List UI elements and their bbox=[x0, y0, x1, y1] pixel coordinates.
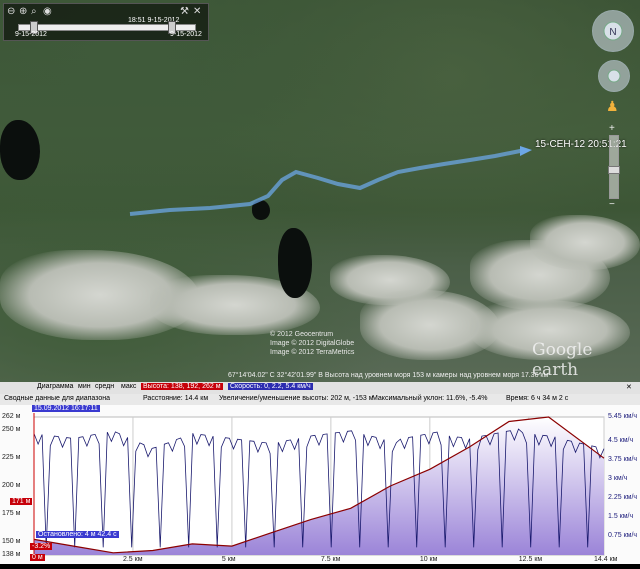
street-view-pegman-icon[interactable]: ♟ bbox=[606, 98, 619, 115]
slider-range-end: 9-15-2012 bbox=[170, 31, 202, 38]
y-tick-label-speed: 5.45 км/ч bbox=[608, 413, 638, 420]
x-tick-label: 2.5 км bbox=[122, 556, 143, 563]
y-tick-label-speed: 1.5 км/ч bbox=[608, 513, 634, 521]
y-tick-label-altitude: 175 м bbox=[2, 509, 21, 517]
gps-track bbox=[129, 146, 532, 216]
y-tick-label-altitude: 262 м bbox=[2, 413, 21, 420]
move-joystick[interactable] bbox=[598, 60, 630, 92]
min-button[interactable]: мин bbox=[78, 383, 91, 390]
zero-distance-tag: 0 м bbox=[30, 554, 45, 561]
y-tick-label-speed: 0.75 км/ч bbox=[608, 532, 638, 539]
time-slider-panel: ⊖ ⊕ ⌕ ◉ ⚒ ✕ 18:51 9-15-2012 9-15-2012 9-… bbox=[3, 3, 209, 41]
y-tick-label-altitude: 138 м bbox=[2, 551, 21, 558]
stopped-duration-tag: Остановлено: 4 м 42.4 с bbox=[36, 531, 119, 538]
close-icon[interactable]: ✕ bbox=[193, 7, 203, 17]
summary-time: Время: 6 ч 34 м 2 с bbox=[506, 395, 569, 402]
timestamp-tag: 15.09.2012 16:17:11 bbox=[32, 405, 100, 412]
x-tick-label: 12.5 км bbox=[518, 556, 543, 563]
altitude-series-toggle[interactable]: Высота: 138, 192, 262 м bbox=[141, 383, 223, 390]
map-status-bar: 67°14'04.02" С 32°42'01.99" В Высота над… bbox=[0, 370, 640, 382]
y-tick-label-speed: 3.75 км/ч bbox=[608, 456, 638, 464]
slider-range-start: 9-15-2012 bbox=[15, 31, 47, 38]
zoom-slider[interactable] bbox=[608, 135, 620, 199]
svg-text:N: N bbox=[609, 27, 616, 38]
y-tick-label-altitude: 225 м bbox=[2, 454, 21, 462]
close-icon[interactable]: ✕ bbox=[626, 383, 632, 391]
y-tick-label-altitude: 200 м bbox=[2, 482, 21, 489]
x-tick-label: 5 км bbox=[221, 556, 236, 563]
y-tick-label-speed: 2.25 км/ч bbox=[608, 494, 638, 502]
x-tick-label: 10 км bbox=[419, 556, 438, 563]
profile-chart[interactable]: 262 м 250 м 225 м 200 м 175 м 150 м 138 м 5.45… bbox=[0, 405, 640, 564]
y-tick-label-altitude: 150 м bbox=[2, 537, 21, 545]
track-end-marker bbox=[520, 146, 532, 156]
y-tick-label-speed: 3 км/ч bbox=[608, 475, 628, 483]
grade-tag: -3.2% bbox=[30, 543, 53, 550]
x-tick-label: 7.5 км bbox=[320, 556, 341, 563]
y-tick-label-speed: 4.5 км/ч bbox=[608, 437, 634, 445]
map-view[interactable]: 15-СЕН-12 20:51:21 ⊖ ⊕ ⌕ ◉ ⚒ ✕ 18:51 9-1… bbox=[0, 0, 640, 382]
wrench-icon[interactable]: ⚒ bbox=[180, 7, 190, 17]
max-button[interactable]: макс bbox=[121, 383, 136, 390]
summary-elevation-gain: Увеличение/уменьшение высоты: 202 м, -15… bbox=[219, 395, 374, 402]
x-tick-label: 14.4 км bbox=[594, 556, 618, 563]
summary-max-slope: Максимальный уклон: 11.6%, -5.4% bbox=[372, 395, 488, 402]
avg-button[interactable]: средн bbox=[95, 383, 114, 390]
zoom-in-icon[interactable]: + bbox=[609, 123, 615, 134]
range-summary: Сводные данные для диапазона Расстояние:… bbox=[0, 394, 640, 405]
summary-distance: Расстояние: 14.4 км bbox=[143, 395, 209, 402]
summary-label: Сводные данные для диапазона bbox=[4, 395, 111, 402]
zoom-handle[interactable] bbox=[608, 166, 620, 174]
coordinates-readout: 67°14'04.02" С 32°42'01.99" В Высота над… bbox=[228, 372, 549, 379]
zoom-in-icon[interactable]: ⊕ bbox=[19, 7, 29, 17]
profile-chart-svg[interactable] bbox=[0, 405, 640, 564]
diagram-label: Диаграмма bbox=[37, 383, 74, 390]
cursor-altitude-tag: 171 м bbox=[10, 498, 33, 505]
elevation-profile-panel: Диаграмма мин средн макс Высота: 138, 19… bbox=[0, 382, 640, 564]
search-icon[interactable]: ⌕ bbox=[31, 7, 41, 17]
zoom-out-icon[interactable]: − bbox=[609, 199, 615, 210]
y-tick-label-altitude: 250 м bbox=[2, 426, 21, 434]
speed-series-toggle[interactable]: Скорость: 0, 2.2, 5.4 км/ч bbox=[228, 383, 313, 390]
zoom-out-icon[interactable]: ⊖ bbox=[7, 7, 17, 17]
eye-icon[interactable]: ◉ bbox=[43, 7, 53, 17]
look-joystick[interactable]: N bbox=[592, 10, 634, 52]
map-copyright: © 2012 Geocentrum Image © 2012 DigitalGl… bbox=[270, 331, 355, 356]
